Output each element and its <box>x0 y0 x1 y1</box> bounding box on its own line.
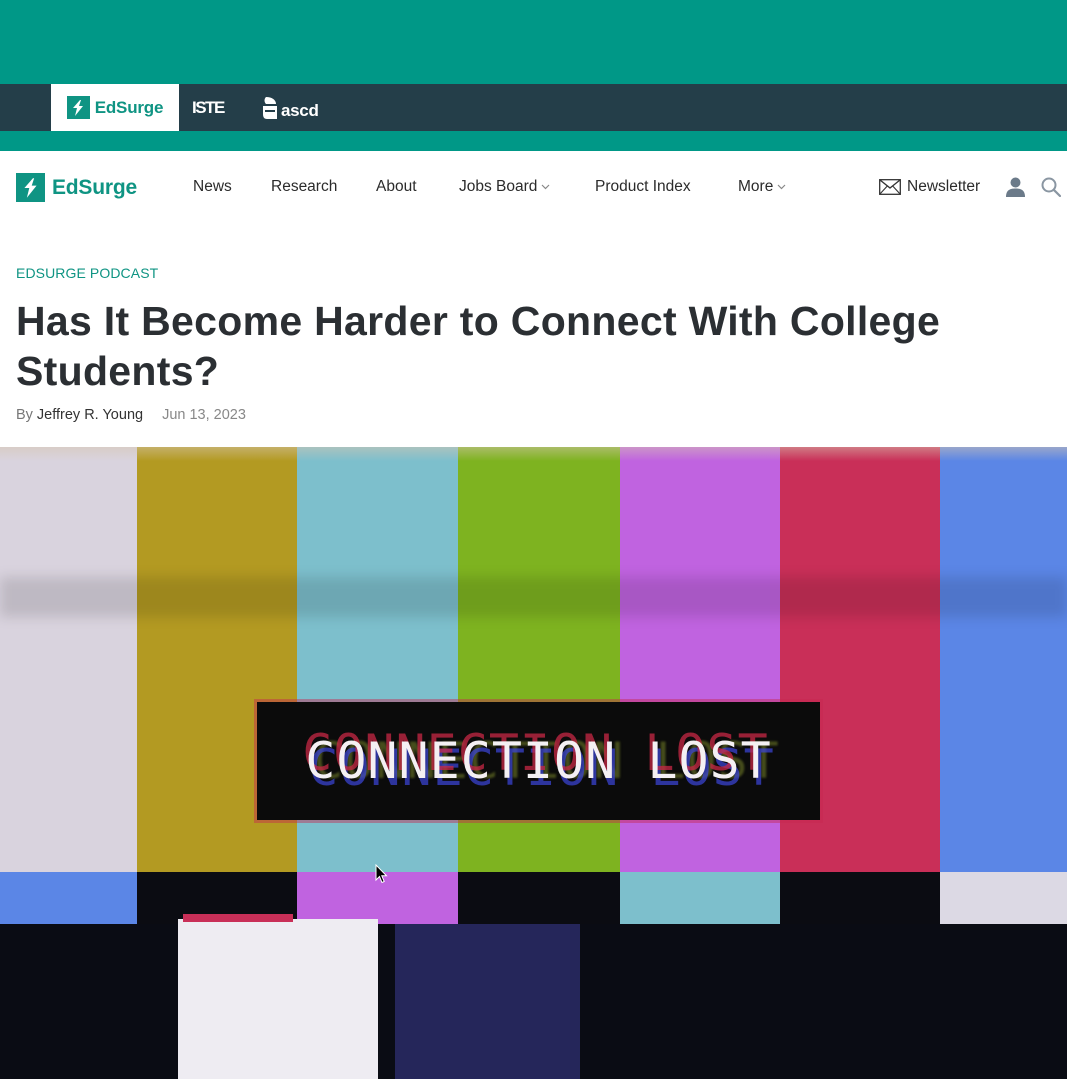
connection-lost-banner: CONNECTION LOST <box>257 702 820 820</box>
chevron-down-icon <box>777 184 786 190</box>
middle-bar-4 <box>620 872 780 924</box>
image-top-glow <box>0 447 1067 461</box>
edsurge-logo-icon <box>66 96 90 119</box>
nav-item-jobs-board[interactable]: Jobs Board <box>459 178 550 196</box>
nav-item-more[interactable]: More <box>738 178 786 196</box>
brand-tab-edsurge[interactable]: EdSurge <box>51 84 179 131</box>
mouse-cursor-icon <box>375 864 388 884</box>
newsletter-label: Newsletter <box>907 178 981 195</box>
scanline-shadow <box>0 577 1067 617</box>
connection-lost-text: CONNECTION LOST <box>305 732 772 790</box>
hero-image: CONNECTION LOST <box>0 447 1067 1079</box>
brand-bar-accent-strip <box>0 131 1067 151</box>
color-bar-blue <box>940 447 1067 872</box>
lower-white-block <box>178 919 378 1079</box>
search-icon[interactable] <box>1041 177 1061 197</box>
site-logo[interactable]: EdSurge <box>16 173 137 202</box>
byline-prefix: By <box>16 407 33 423</box>
nav-item-label: News <box>193 178 232 195</box>
envelope-icon <box>879 179 901 195</box>
nav-item-label: Jobs Board <box>459 178 538 195</box>
nav-item-research[interactable]: Research <box>271 178 337 196</box>
nav-item-label: Product Index <box>595 178 691 195</box>
newsletter-link[interactable]: Newsletter <box>879 178 980 196</box>
ascd-logo: ascd <box>262 96 319 119</box>
lower-navy-block <box>395 924 580 1079</box>
nav-item-about[interactable]: About <box>376 178 417 196</box>
iste-logo: ISTE <box>192 97 225 117</box>
article-category[interactable]: EDSURGE PODCAST <box>16 265 158 281</box>
middle-bar-5 <box>780 872 940 924</box>
ascd-leaf-icon <box>263 96 277 119</box>
nav-item-product-index[interactable]: Product Index <box>595 178 691 196</box>
top-banner <box>0 0 1067 84</box>
color-bar-white <box>0 447 137 872</box>
brand-tab-edsurge-label: EdSurge <box>94 97 164 117</box>
edsurge-logo-icon <box>16 173 45 202</box>
user-icon[interactable] <box>1005 177 1026 197</box>
nav-item-label: Research <box>271 178 338 195</box>
nav-item-label: About <box>376 178 417 195</box>
author-link[interactable]: Jeffrey R. Young <box>37 407 143 423</box>
nav-item-label: More <box>738 178 774 195</box>
middle-bar-0 <box>0 872 137 924</box>
site-logo-text: EdSurge <box>52 175 137 199</box>
brand-switcher-bar: EdSurge ISTE ascd <box>0 84 1067 131</box>
brand-tab-iste[interactable]: ISTE <box>192 84 236 131</box>
article-title: Has It Become Harder to Connect With Col… <box>16 298 941 394</box>
middle-bar-3 <box>458 872 620 924</box>
article-byline: By Jeffrey R. Young Jun 13, 2023 <box>16 407 246 423</box>
middle-bar-6 <box>940 872 1067 924</box>
lower-red-edge <box>183 914 293 922</box>
brand-tab-ascd[interactable]: ascd <box>262 84 332 131</box>
main-navigation: EdSurge News Research About Jobs Board P… <box>0 151 1067 225</box>
publish-date: Jun 13, 2023 <box>162 407 246 423</box>
chevron-down-icon <box>541 184 550 190</box>
nav-item-news[interactable]: News <box>193 178 232 196</box>
